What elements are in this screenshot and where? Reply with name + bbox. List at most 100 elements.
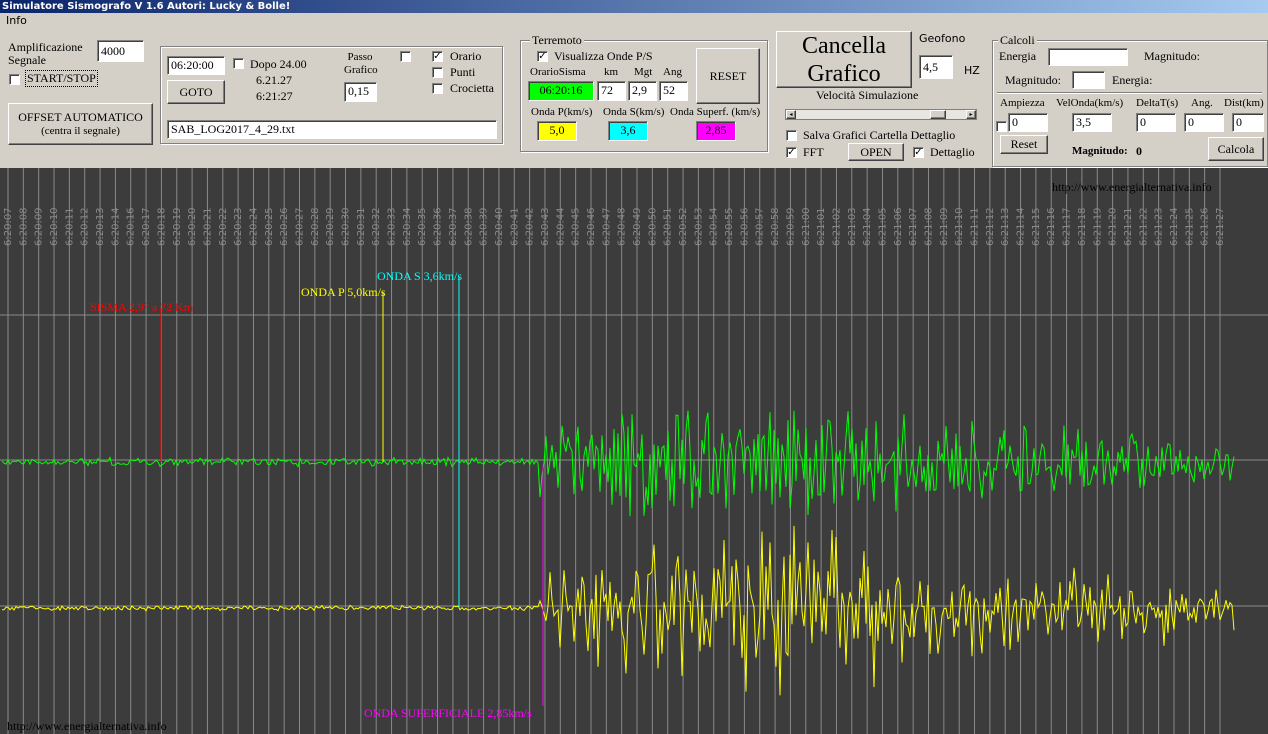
punti-checkbox[interactable] — [432, 67, 443, 78]
scroll-left-arrow-icon[interactable]: ◂ — [786, 110, 796, 119]
geofono-input[interactable]: 4,5 — [919, 55, 953, 79]
dopo-checkbox[interactable] — [233, 58, 244, 69]
onda-sup-value[interactable]: 2,85 — [696, 121, 736, 141]
energia-label: Energia — [999, 49, 1037, 63]
visualizza-onde-label: Visualizza Onde P/S — [554, 49, 653, 63]
time-tick-label: 6:20:23 — [233, 207, 244, 246]
magnitudo-input[interactable] — [1072, 71, 1105, 89]
salva-grafici-checkbox[interactable] — [786, 130, 797, 141]
dettaglio-checkbox[interactable]: ✓ — [913, 147, 924, 158]
sisma-marker-label: SISMA 2,9° a 72 Km — [90, 300, 194, 314]
window-title: Simulatore Sismografo V 1.6 Autori: Luck… — [0, 0, 1268, 13]
orario-sisma-header: OrarioSisma — [530, 66, 586, 78]
time-tick-label: 6:21:22 — [1138, 207, 1149, 246]
time-tick-label: 6:20:14 — [110, 207, 121, 246]
time-tick-label: 6:20:34 — [402, 207, 413, 246]
grid-lines — [0, 168, 1268, 734]
scroll-right-arrow-icon[interactable]: ▸ — [966, 110, 976, 119]
magnitudo-result-value: 0 — [1136, 144, 1142, 158]
dist-input[interactable]: 0 — [1232, 113, 1264, 132]
time-input[interactable]: 06:20:00 — [167, 56, 225, 75]
time-tick-label: 6:20:30 — [341, 207, 352, 246]
extra-checkbox[interactable] — [400, 51, 411, 62]
crocietta-checkbox[interactable] — [432, 83, 443, 94]
website-label-top: http://www.energialternativa.info — [1052, 180, 1212, 194]
velocita-scrollbar[interactable]: ◂ ▸ — [785, 109, 977, 120]
time-tick-label: 6:20:57 — [755, 207, 766, 246]
onda-s-value[interactable]: 3,6 — [608, 121, 648, 141]
visualizza-onde-checkbox[interactable]: ✓ — [537, 51, 548, 62]
time-tick-label: 6:20:07 — [3, 207, 14, 246]
time-tick-label: 6:21:15 — [1031, 207, 1042, 246]
ang-calc-input[interactable]: 0 — [1184, 113, 1224, 132]
ampiezza-input[interactable]: 0 — [1008, 113, 1048, 132]
time-tick-label: 6:20:40 — [494, 207, 505, 246]
punti-label: Punti — [450, 65, 476, 79]
offset-automatico-button[interactable]: OFFSET AUTOMATICO (centra il segnale) — [8, 103, 153, 145]
mgt-value[interactable]: 2,9 — [628, 81, 657, 101]
onda-s-marker-label: ONDA S 3,6km/s — [377, 269, 463, 283]
scroll-thumb[interactable] — [930, 110, 946, 119]
km-value[interactable]: 72 — [597, 81, 626, 101]
velonda-input[interactable]: 3,5 — [1072, 113, 1112, 132]
open-button[interactable]: OPEN — [848, 143, 904, 161]
onda-p-marker-label: ONDA P 5,0km/s — [301, 285, 386, 299]
start-stop-label[interactable]: START/STOP — [25, 70, 98, 87]
time-tick-label: 6:21:24 — [1169, 207, 1180, 246]
velocita-label: Velocità Simulazione — [816, 88, 919, 102]
time-tick-label: 6:20:19 — [172, 207, 183, 246]
time-tick-label: 6:20:27 — [294, 207, 305, 246]
km-header: km — [604, 66, 619, 78]
file-name-input[interactable]: SAB_LOG2017_4_29.txt — [167, 120, 497, 139]
calcoli-reset-button[interactable]: Reset — [1000, 135, 1048, 154]
onda-p-label: Onda P(km/s) — [531, 106, 593, 118]
time-tick-label: 6:20:32 — [371, 207, 382, 246]
time-tick-label: 6:20:39 — [479, 207, 490, 246]
time-tick-label: 6:20:09 — [34, 207, 45, 246]
onda-sup-marker-label: ONDA SUPERFICIALE 2,85km/s — [364, 706, 532, 720]
onda-p-value[interactable]: 5,0 — [537, 121, 577, 141]
start-stop-checkbox[interactable] — [9, 74, 20, 85]
time-tick-label: 6:20:37 — [448, 207, 459, 246]
time-tick-label: 6:20:43 — [540, 207, 551, 246]
orario-checkbox[interactable]: ✓ — [432, 51, 443, 62]
magnitudo-result-label: Magnitudo: — [1072, 145, 1128, 157]
energia-input[interactable] — [1048, 48, 1128, 66]
orario-sisma-value[interactable]: 06:20:16 — [528, 81, 594, 101]
time-tick-label: 6:20:41 — [509, 207, 520, 246]
geofono-label: Geofono — [919, 32, 966, 45]
magnitudo-label-2: Magnitudo: — [1005, 73, 1061, 87]
time-tick-label: 6:20:10 — [49, 207, 60, 246]
amplification-input[interactable]: 4000 — [97, 40, 144, 62]
time-tick-label: 6:21:16 — [1046, 207, 1057, 246]
time-tick-label: 6:21:09 — [939, 207, 950, 246]
fft-checkbox[interactable]: ✓ — [786, 147, 797, 158]
menu-info[interactable]: Info — [0, 14, 27, 27]
calcola-button[interactable]: Calcola — [1208, 137, 1264, 161]
ampiezza-header: Ampiezza — [1000, 97, 1045, 109]
time-tick-label: 6:20:55 — [724, 207, 735, 246]
time-tick-label: 6:21:06 — [893, 207, 904, 246]
time-tick-label: 6:20:13 — [95, 207, 106, 246]
trace-channel-1 — [1, 410, 1235, 517]
goto-button[interactable]: GOTO — [167, 80, 225, 104]
time-tick-label: 6:20:42 — [525, 207, 536, 246]
deltat-input[interactable]: 0 — [1136, 113, 1176, 132]
ang-value[interactable]: 52 — [659, 81, 688, 101]
onda-s-label: Onda S(km/s) — [603, 106, 665, 118]
terremoto-title: Terremoto — [530, 33, 584, 48]
time-tick-label: 6:20:16 — [126, 207, 137, 246]
cancella-grafico-button[interactable]: Cancella Grafico — [776, 31, 912, 88]
seismograph-canvas[interactable]: 6:20:07 6:20:08 6:20:09 6:20:10 6:20:11 6:20:… — [0, 168, 1268, 734]
salva-grafici-label: Salva Grafici Cartella Dettaglio — [803, 128, 956, 142]
passo-input[interactable]: 0,15 — [344, 82, 377, 102]
cancella-line2: Grafico — [807, 60, 881, 87]
time-tick-label: 6:20:49 — [632, 207, 643, 246]
reset-button[interactable]: RESET — [696, 48, 760, 104]
time-tick-label: 6:20:18 — [156, 207, 167, 246]
cancella-line1: Cancella — [802, 32, 886, 59]
ampiezza-checkbox[interactable] — [996, 121, 1007, 132]
seismograph-plot[interactable]: 6:20:07 6:20:08 6:20:09 6:20:10 6:20:11 6:20:… — [0, 168, 1268, 734]
time-tick-label: 6:21:27 — [1215, 207, 1226, 246]
time-tick-label: 6:20:12 — [80, 207, 91, 246]
